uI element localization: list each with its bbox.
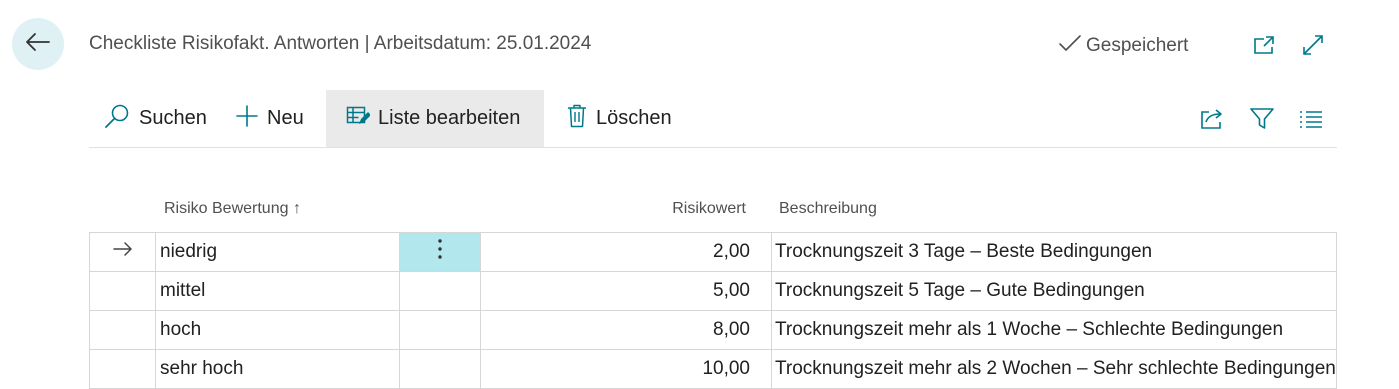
more-vertical-icon [437, 239, 443, 265]
table-row[interactable]: hoch 8,00 Trocknungszeit mehr als 1 Woch… [89, 310, 1337, 350]
search-button[interactable]: Suchen [103, 90, 207, 147]
risk-cell[interactable]: hoch [155, 310, 400, 350]
description-cell[interactable]: Trocknungszeit 5 Tage – Gute Bedingungen [771, 271, 1337, 311]
arrow-left-icon [25, 32, 51, 57]
description-cell[interactable]: Trocknungszeit mehr als 2 Wochen – Sehr … [771, 349, 1337, 389]
data-table: niedrig 2,00 Trocknungszeit 3 Tage – Bes… [89, 232, 1337, 389]
table-row[interactable]: niedrig 2,00 Trocknungszeit 3 Tage – Bes… [89, 232, 1337, 272]
column-header-value[interactable]: Risikowert [600, 200, 746, 218]
arrow-right-icon [112, 241, 134, 262]
delete-button[interactable]: Löschen [566, 90, 672, 147]
filter-icon[interactable] [1249, 106, 1275, 132]
action-bar: Suchen Neu Liste bearbeiten Löschen [89, 90, 1337, 148]
trash-icon [566, 103, 596, 135]
value-cell[interactable]: 5,00 [480, 271, 772, 311]
edit-list-label: Liste bearbeiten [378, 107, 521, 129]
column-header-description[interactable]: Beschreibung [779, 200, 877, 218]
column-header-risk[interactable]: Risiko Bewertung ↑ [164, 200, 301, 218]
edit-list-icon [346, 105, 378, 133]
risk-cell[interactable]: mittel [155, 271, 400, 311]
list-view-icon[interactable] [1298, 106, 1324, 132]
row-indicator [89, 271, 156, 311]
back-button[interactable] [12, 18, 64, 70]
value-cell[interactable]: 8,00 [480, 310, 772, 350]
row-indicator [89, 232, 156, 272]
edit-list-button[interactable]: Liste bearbeiten [326, 90, 544, 147]
checkmark-icon [1058, 33, 1086, 59]
open-new-window-icon[interactable] [1251, 32, 1277, 58]
value-cell[interactable]: 2,00 [480, 232, 772, 272]
new-label: Neu [267, 107, 304, 129]
row-actions-button[interactable] [399, 232, 481, 272]
description-cell[interactable]: Trocknungszeit 3 Tage – Beste Bedingunge… [771, 232, 1337, 272]
saved-status: Gespeichert [1058, 33, 1188, 59]
risk-cell[interactable]: sehr hoch [155, 349, 400, 389]
row-actions-cell[interactable] [399, 310, 481, 350]
plus-icon [235, 104, 267, 134]
delete-label: Löschen [596, 107, 672, 129]
saved-status-label: Gespeichert [1086, 35, 1189, 56]
row-indicator [89, 349, 156, 389]
risk-cell[interactable]: niedrig [155, 232, 400, 272]
share-icon[interactable] [1199, 106, 1225, 132]
description-cell[interactable]: Trocknungszeit mehr als 1 Woche – Schlec… [771, 310, 1337, 350]
table-row[interactable]: sehr hoch 10,00 Trocknungszeit mehr als … [89, 349, 1337, 389]
row-actions-cell[interactable] [399, 271, 481, 311]
row-indicator [89, 310, 156, 350]
search-icon [103, 103, 139, 135]
row-actions-cell[interactable] [399, 349, 481, 389]
new-button[interactable]: Neu [235, 90, 304, 147]
value-cell[interactable]: 10,00 [480, 349, 772, 389]
search-label: Suchen [139, 107, 207, 129]
table-row[interactable]: mittel 5,00 Trocknungszeit 5 Tage – Gute… [89, 271, 1337, 311]
expand-icon[interactable] [1300, 32, 1326, 58]
page-title: Checkliste Risikofakt. Antworten | Arbei… [89, 33, 592, 54]
